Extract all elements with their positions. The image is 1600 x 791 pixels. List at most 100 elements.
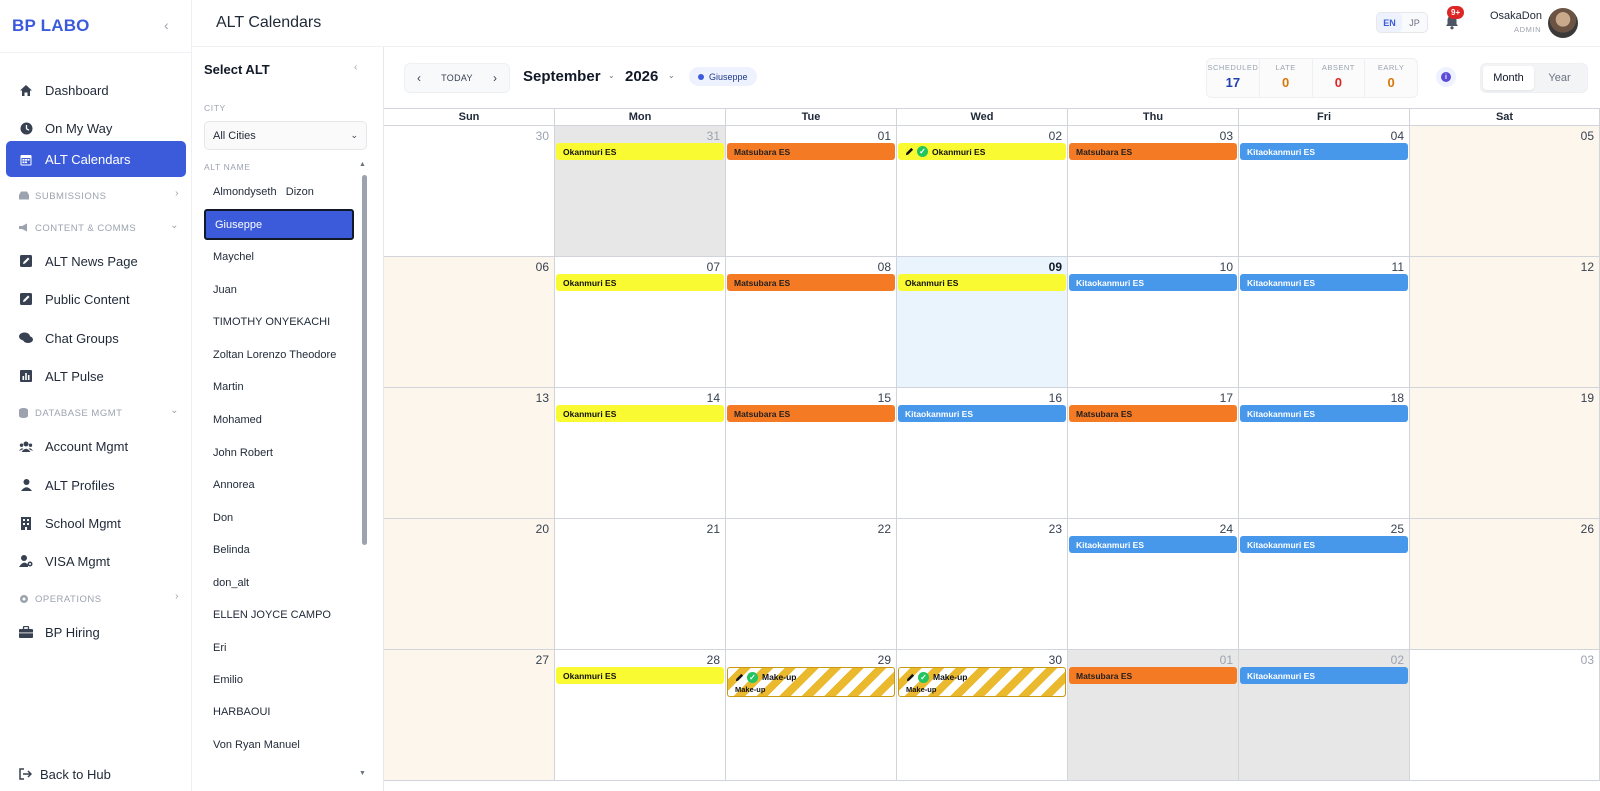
scrollbar-thumb[interactable] xyxy=(362,175,367,545)
calendar-day-cell[interactable]: 31 Okanmuri ES xyxy=(555,126,726,257)
today-button[interactable]: TODAY xyxy=(433,73,481,83)
sidebar-item-alt-pulse[interactable]: ALT Pulse xyxy=(6,358,186,394)
calendar-event[interactable]: Matsubara ES xyxy=(1069,405,1237,422)
calendar-day-cell[interactable]: 20 xyxy=(384,519,555,650)
calendar-day-cell[interactable]: 02 Kitaokanmuri ES xyxy=(1239,650,1410,781)
calendar-day-cell[interactable]: 13 xyxy=(384,388,555,519)
calendar-day-cell[interactable]: 06 xyxy=(384,257,555,388)
calendar-event[interactable]: Kitaokanmuri ES xyxy=(1069,274,1237,291)
sidebar-item-alt-calendars[interactable]: ALT Calendars xyxy=(6,141,186,177)
calendar-event[interactable]: Okanmuri ES xyxy=(556,274,724,291)
calendar-event[interactable]: Matsubara ES xyxy=(1069,143,1237,160)
list-item[interactable]: Almondyseth Dizon xyxy=(204,176,354,207)
calendar-event[interactable]: Kitaokanmuri ES xyxy=(1240,405,1408,422)
sidebar-section-submissions[interactable]: SUBMISSIONS › xyxy=(19,186,179,206)
list-item[interactable]: Annorea xyxy=(204,469,354,500)
calendar-day-cell[interactable]: 21 xyxy=(555,519,726,650)
calendar-event[interactable]: ✓ Make-up Make-up xyxy=(898,667,1066,697)
calendar-event[interactable]: Matsubara ES xyxy=(727,274,895,291)
user-name[interactable]: OsakaDon xyxy=(1490,10,1542,22)
calendar-day-cell[interactable]: 10 Kitaokanmuri ES xyxy=(1068,257,1239,388)
calendar-day-cell[interactable]: 01 Matsubara ES xyxy=(1068,650,1239,781)
calendar-event[interactable]: Okanmuri ES xyxy=(556,405,724,422)
calendar-day-cell[interactable]: 18 Kitaokanmuri ES xyxy=(1239,388,1410,519)
collapse-panel-icon[interactable]: ‹ xyxy=(354,62,357,73)
calendar-day-cell[interactable]: 23 xyxy=(897,519,1068,650)
calendar-day-cell[interactable]: 16 Kitaokanmuri ES xyxy=(897,388,1068,519)
calendar-day-cell[interactable]: 02 ✓ Okanmuri ES xyxy=(897,126,1068,257)
calendar-event[interactable]: Kitaokanmuri ES xyxy=(1240,667,1408,684)
calendar-day-cell[interactable]: 03 Matsubara ES xyxy=(1068,126,1239,257)
calendar-event[interactable]: Kitaokanmuri ES xyxy=(1069,536,1237,553)
list-item[interactable]: Martin xyxy=(204,371,354,402)
calendar-event[interactable]: Kitaokanmuri ES xyxy=(898,405,1066,422)
sidebar-section-content-comms[interactable]: CONTENT & COMMS ⌄ xyxy=(19,218,179,238)
calendar-day-cell[interactable]: 30 xyxy=(384,126,555,257)
calendar-day-cell[interactable]: 19 xyxy=(1410,388,1600,519)
lang-en-button[interactable]: EN xyxy=(1377,13,1402,32)
collapse-sidebar-icon[interactable]: ‹ xyxy=(164,17,169,33)
calendar-day-cell[interactable]: 29 ✓ Make-up Make-up xyxy=(726,650,897,781)
list-item[interactable]: Zoltan Lorenzo Theodore xyxy=(204,339,354,370)
calendar-event[interactable]: ✓ Okanmuri ES xyxy=(898,143,1066,160)
chevron-down-icon[interactable]: ⌄ xyxy=(608,71,615,80)
next-month-button[interactable]: › xyxy=(481,71,509,85)
scroll-down-arrow[interactable]: ▼ xyxy=(359,770,366,777)
sidebar-section-database-mgmt[interactable]: DATABASE MGMT ⌄ xyxy=(19,403,179,423)
list-item[interactable]: John Robert xyxy=(204,437,354,468)
list-item[interactable]: Don xyxy=(204,502,354,533)
calendar-day-cell[interactable]: 22 xyxy=(726,519,897,650)
sidebar-item-public-content[interactable]: Public Content xyxy=(6,281,186,317)
calendar-event[interactable]: Okanmuri ES xyxy=(898,274,1066,291)
calendar-event[interactable]: Okanmuri ES xyxy=(556,667,724,684)
city-select[interactable]: All Cities ⌄ xyxy=(204,121,367,150)
calendar-day-cell[interactable]: 12 xyxy=(1410,257,1600,388)
list-item[interactable]: Maychel xyxy=(204,241,354,272)
calendar-event[interactable]: Matsubara ES xyxy=(1069,667,1237,684)
list-item[interactable]: Mohamed xyxy=(204,404,354,435)
sidebar-item-school-mgmt[interactable]: School Mgmt xyxy=(6,505,186,541)
brand-logo[interactable]: BP LABO xyxy=(12,16,90,36)
info-button[interactable]: i xyxy=(1436,67,1456,87)
calendar-day-cell[interactable]: 30 ✓ Make-up Make-up xyxy=(897,650,1068,781)
lang-jp-button[interactable]: JP xyxy=(1402,13,1427,32)
calendar-day-cell[interactable]: 09 Okanmuri ES xyxy=(897,257,1068,388)
calendar-day-cell[interactable]: 14 Okanmuri ES xyxy=(555,388,726,519)
calendar-event[interactable]: Matsubara ES xyxy=(727,405,895,422)
calendar-day-cell[interactable]: 08 Matsubara ES xyxy=(726,257,897,388)
calendar-day-cell[interactable]: 15 Matsubara ES xyxy=(726,388,897,519)
list-item[interactable]: don_alt xyxy=(204,567,354,598)
calendar-day-cell[interactable]: 28 Okanmuri ES xyxy=(555,650,726,781)
list-item-selected[interactable]: Giuseppe xyxy=(204,209,354,240)
view-month-button[interactable]: Month xyxy=(1483,66,1534,90)
sidebar-item-account-mgmt[interactable]: Account Mgmt xyxy=(6,428,186,464)
list-item[interactable]: Von Ryan Manuel xyxy=(204,729,354,760)
calendar-day-cell[interactable]: 03 xyxy=(1410,650,1600,781)
sidebar-item-visa-mgmt[interactable]: VISA Mgmt xyxy=(6,543,186,579)
sidebar-item-bp-hiring[interactable]: BP Hiring xyxy=(6,614,186,650)
calendar-event[interactable]: Kitaokanmuri ES xyxy=(1240,143,1408,160)
back-to-hub-link[interactable]: Back to Hub xyxy=(19,767,111,782)
list-item[interactable]: TIMOTHY ONYEKACHI xyxy=(204,306,354,337)
sidebar-item-chat-groups[interactable]: Chat Groups xyxy=(6,320,186,356)
month-select[interactable]: September xyxy=(523,68,601,85)
sidebar-item-dashboard[interactable]: Dashboard xyxy=(6,72,186,108)
list-item[interactable]: ELLEN JOYCE CAMPO xyxy=(204,599,354,630)
calendar-event[interactable]: Okanmuri ES xyxy=(556,143,724,160)
calendar-day-cell[interactable]: 01 Matsubara ES xyxy=(726,126,897,257)
calendar-day-cell[interactable]: 04 Kitaokanmuri ES xyxy=(1239,126,1410,257)
calendar-day-cell[interactable]: 27 xyxy=(384,650,555,781)
scroll-up-arrow[interactable]: ▲ xyxy=(359,161,366,168)
list-item[interactable]: Emilio xyxy=(204,664,354,695)
calendar-day-cell[interactable]: 24 Kitaokanmuri ES xyxy=(1068,519,1239,650)
calendar-day-cell[interactable]: 17 Matsubara ES xyxy=(1068,388,1239,519)
year-select[interactable]: 2026 xyxy=(625,68,658,85)
sidebar-item-alt-news-page[interactable]: ALT News Page xyxy=(6,243,186,279)
prev-month-button[interactable]: ‹ xyxy=(405,71,433,85)
calendar-event[interactable]: Kitaokanmuri ES xyxy=(1240,536,1408,553)
calendar-day-cell[interactable]: 05 xyxy=(1410,126,1600,257)
calendar-day-cell[interactable]: 11 Kitaokanmuri ES xyxy=(1239,257,1410,388)
list-item[interactable]: Juan xyxy=(204,274,354,305)
avatar[interactable] xyxy=(1548,8,1578,38)
calendar-day-cell[interactable]: 25 Kitaokanmuri ES xyxy=(1239,519,1410,650)
